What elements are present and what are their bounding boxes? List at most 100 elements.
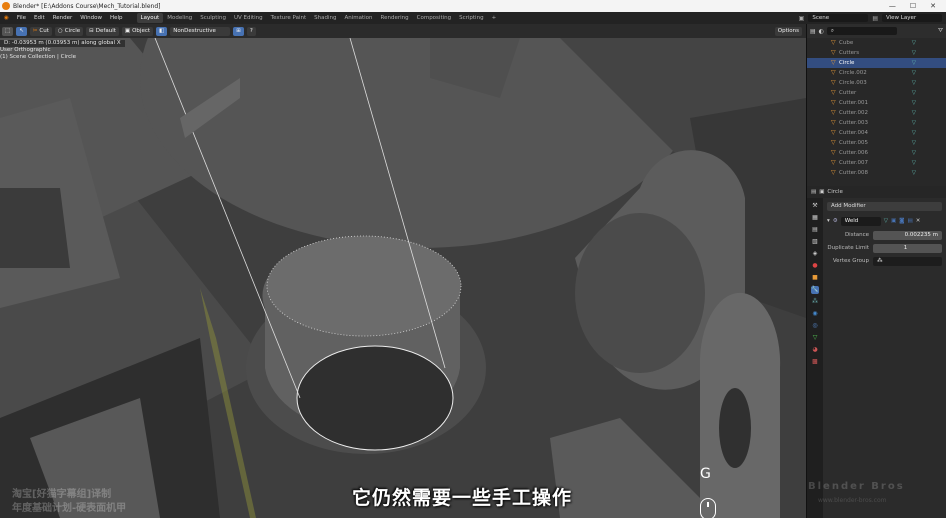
- tab-shading[interactable]: Shading: [310, 13, 340, 23]
- modifier-indicator-icon[interactable]: ▽: [912, 40, 946, 46]
- menu-window[interactable]: Window: [76, 15, 106, 21]
- outliner-item[interactable]: ▽ Cutter.002 ▽: [807, 108, 946, 118]
- close-icon[interactable]: ✕: [930, 2, 936, 10]
- modifier-indicator-icon[interactable]: ▽: [912, 60, 946, 66]
- render-toggle-icon[interactable]: ◙: [899, 218, 904, 224]
- tab-sculpting[interactable]: Sculpting: [196, 13, 230, 23]
- tab-scripting[interactable]: Scripting: [455, 13, 487, 23]
- menu-help[interactable]: Help: [106, 15, 127, 21]
- outliner-item[interactable]: ▽ Cutter.006 ▽: [807, 148, 946, 158]
- output-tab-icon[interactable]: ▤: [811, 226, 819, 234]
- tab-layout[interactable]: Layout: [136, 13, 164, 23]
- editor-type-icon[interactable]: ⬚: [2, 26, 14, 36]
- remove-modifier-icon[interactable]: ✕: [916, 218, 921, 224]
- texture-tab-icon[interactable]: ▩: [811, 358, 819, 366]
- options-dropdown[interactable]: Options: [774, 26, 802, 36]
- outliner-item[interactable]: ▽ Cutter ▽: [807, 88, 946, 98]
- modifier-name-field[interactable]: Weld: [840, 216, 881, 226]
- outliner-item[interactable]: ▽ Circle ▽: [807, 58, 946, 68]
- properties-object-name: Circle: [827, 189, 843, 195]
- data-tab-icon[interactable]: ▽: [811, 334, 819, 342]
- view-layer-tab-icon[interactable]: ▧: [811, 238, 819, 246]
- tool-tab-icon[interactable]: ⚒: [811, 202, 819, 210]
- view-layer-selector[interactable]: View Layer: [882, 14, 942, 22]
- modifier-indicator-icon[interactable]: ▽: [912, 70, 946, 76]
- add-workspace-icon[interactable]: +: [488, 13, 501, 23]
- shape-dropdown[interactable]: ○ Circle: [54, 26, 84, 36]
- target-dropdown[interactable]: ▣ Object: [121, 26, 154, 36]
- filter-icon[interactable]: ⛛: [938, 27, 943, 35]
- properties-editor-icon[interactable]: ▤: [811, 189, 816, 195]
- menu-file[interactable]: File: [13, 15, 30, 21]
- mesh-icon: ▽: [831, 129, 836, 136]
- outliner-item[interactable]: ▽ Cutter.004 ▽: [807, 128, 946, 138]
- modifier-indicator-icon[interactable]: ▽: [912, 160, 946, 166]
- menu-render[interactable]: Render: [49, 15, 77, 21]
- outliner-item[interactable]: ▽ Cutters ▽: [807, 48, 946, 58]
- object-tab-icon[interactable]: ■: [811, 274, 819, 282]
- tab-rendering[interactable]: Rendering: [377, 13, 413, 23]
- modifier-indicator-icon[interactable]: ▽: [912, 110, 946, 116]
- modifier-indicator-icon[interactable]: ▽: [912, 150, 946, 156]
- render-tab-icon[interactable]: ▦: [811, 214, 819, 222]
- duplicate-limit-field[interactable]: 1: [873, 243, 942, 253]
- select-tool-icon[interactable]: ↖: [16, 26, 27, 36]
- maximize-icon[interactable]: ☐: [910, 2, 916, 10]
- cut-tool-button[interactable]: ✂ Cut: [29, 26, 52, 36]
- modifier-tab-icon[interactable]: 🔧: [811, 286, 819, 294]
- modifier-indicator-icon[interactable]: ▽: [912, 50, 946, 56]
- 3d-viewport[interactable]: D: -0.03953 m (0.03953 m) along global X…: [0, 38, 806, 518]
- tab-modeling[interactable]: Modeling: [163, 13, 196, 23]
- display-mode-icon[interactable]: ◐: [819, 28, 824, 35]
- modifier-indicator-icon[interactable]: ▽: [912, 80, 946, 86]
- snap-icon[interactable]: ⊞: [233, 26, 244, 36]
- editmode-toggle-icon[interactable]: ▽: [884, 218, 888, 224]
- tab-compositing[interactable]: Compositing: [413, 13, 455, 23]
- world-tab-icon[interactable]: ●: [811, 262, 819, 270]
- outliner-item[interactable]: ▽ Cutter.008 ▽: [807, 168, 946, 178]
- outliner-item-label: Cutter.004: [839, 130, 869, 136]
- view-layer-icon: ▤: [872, 14, 878, 22]
- boolean-dropdown[interactable]: NonDestructive: [170, 26, 231, 36]
- outliner-item[interactable]: ▽ Circle.003 ▽: [807, 78, 946, 88]
- distance-field[interactable]: 0.002235 m: [873, 230, 942, 240]
- material-tab-icon[interactable]: ◕: [811, 346, 819, 354]
- mode-dropdown[interactable]: ⊟ Default: [86, 26, 119, 36]
- camera-toggle-icon[interactable]: ▤: [907, 218, 912, 224]
- viewport-toggle-icon[interactable]: ▣: [891, 218, 896, 224]
- scene-selector[interactable]: Scene: [808, 14, 869, 22]
- modifier-indicator-icon[interactable]: ▽: [912, 170, 946, 176]
- outliner-item-label: Cutters: [839, 50, 860, 56]
- outliner-item[interactable]: ▽ Cutter.001 ▽: [807, 98, 946, 108]
- outliner-item[interactable]: ▽ Cube ▽: [807, 38, 946, 48]
- modifier-indicator-icon[interactable]: ▽: [912, 130, 946, 136]
- add-modifier-button[interactable]: Add Modifier: [827, 202, 942, 211]
- scene-tab-icon[interactable]: ◈: [811, 250, 819, 258]
- modifier-indicator-icon[interactable]: ▽: [912, 100, 946, 106]
- modifier-indicator-icon[interactable]: ▽: [912, 120, 946, 126]
- menu-edit[interactable]: Edit: [30, 15, 49, 21]
- outliner-item[interactable]: ▽ Circle.002 ▽: [807, 68, 946, 78]
- collapse-arrow-icon[interactable]: ▾: [827, 218, 830, 224]
- particles-tab-icon[interactable]: ⁂: [811, 298, 819, 306]
- outliner-item-label: Cutter.006: [839, 150, 869, 156]
- mirror-icon[interactable]: ◧: [156, 26, 168, 36]
- blender-menu-icon[interactable]: ◉: [0, 15, 13, 21]
- constraints-tab-icon[interactable]: ◎: [811, 322, 819, 330]
- outliner-item[interactable]: ▽ Cutter.007 ▽: [807, 158, 946, 168]
- help-icon[interactable]: ?: [246, 26, 256, 36]
- tab-animation[interactable]: Animation: [340, 13, 376, 23]
- tab-uv-editing[interactable]: UV Editing: [230, 13, 267, 23]
- mesh-icon: ▽: [831, 39, 836, 46]
- outliner-editor-icon[interactable]: ▤: [810, 28, 816, 35]
- tab-texture-paint[interactable]: Texture Paint: [267, 13, 311, 23]
- physics-tab-icon[interactable]: ◉: [811, 310, 819, 318]
- modifier-indicator-icon[interactable]: ▽: [912, 90, 946, 96]
- outliner-search-input[interactable]: ⌕: [826, 27, 897, 35]
- modifier-indicator-icon[interactable]: ▽: [912, 140, 946, 146]
- minimize-icon[interactable]: —: [889, 2, 896, 10]
- vertex-group-field[interactable]: ⁂: [873, 256, 942, 266]
- watermark-left: 淘宝[好猫字幕组]译制 年度基础计划-硬表面机甲: [12, 488, 126, 516]
- outliner-item[interactable]: ▽ Cutter.003 ▽: [807, 118, 946, 128]
- outliner-item[interactable]: ▽ Cutter.005 ▽: [807, 138, 946, 148]
